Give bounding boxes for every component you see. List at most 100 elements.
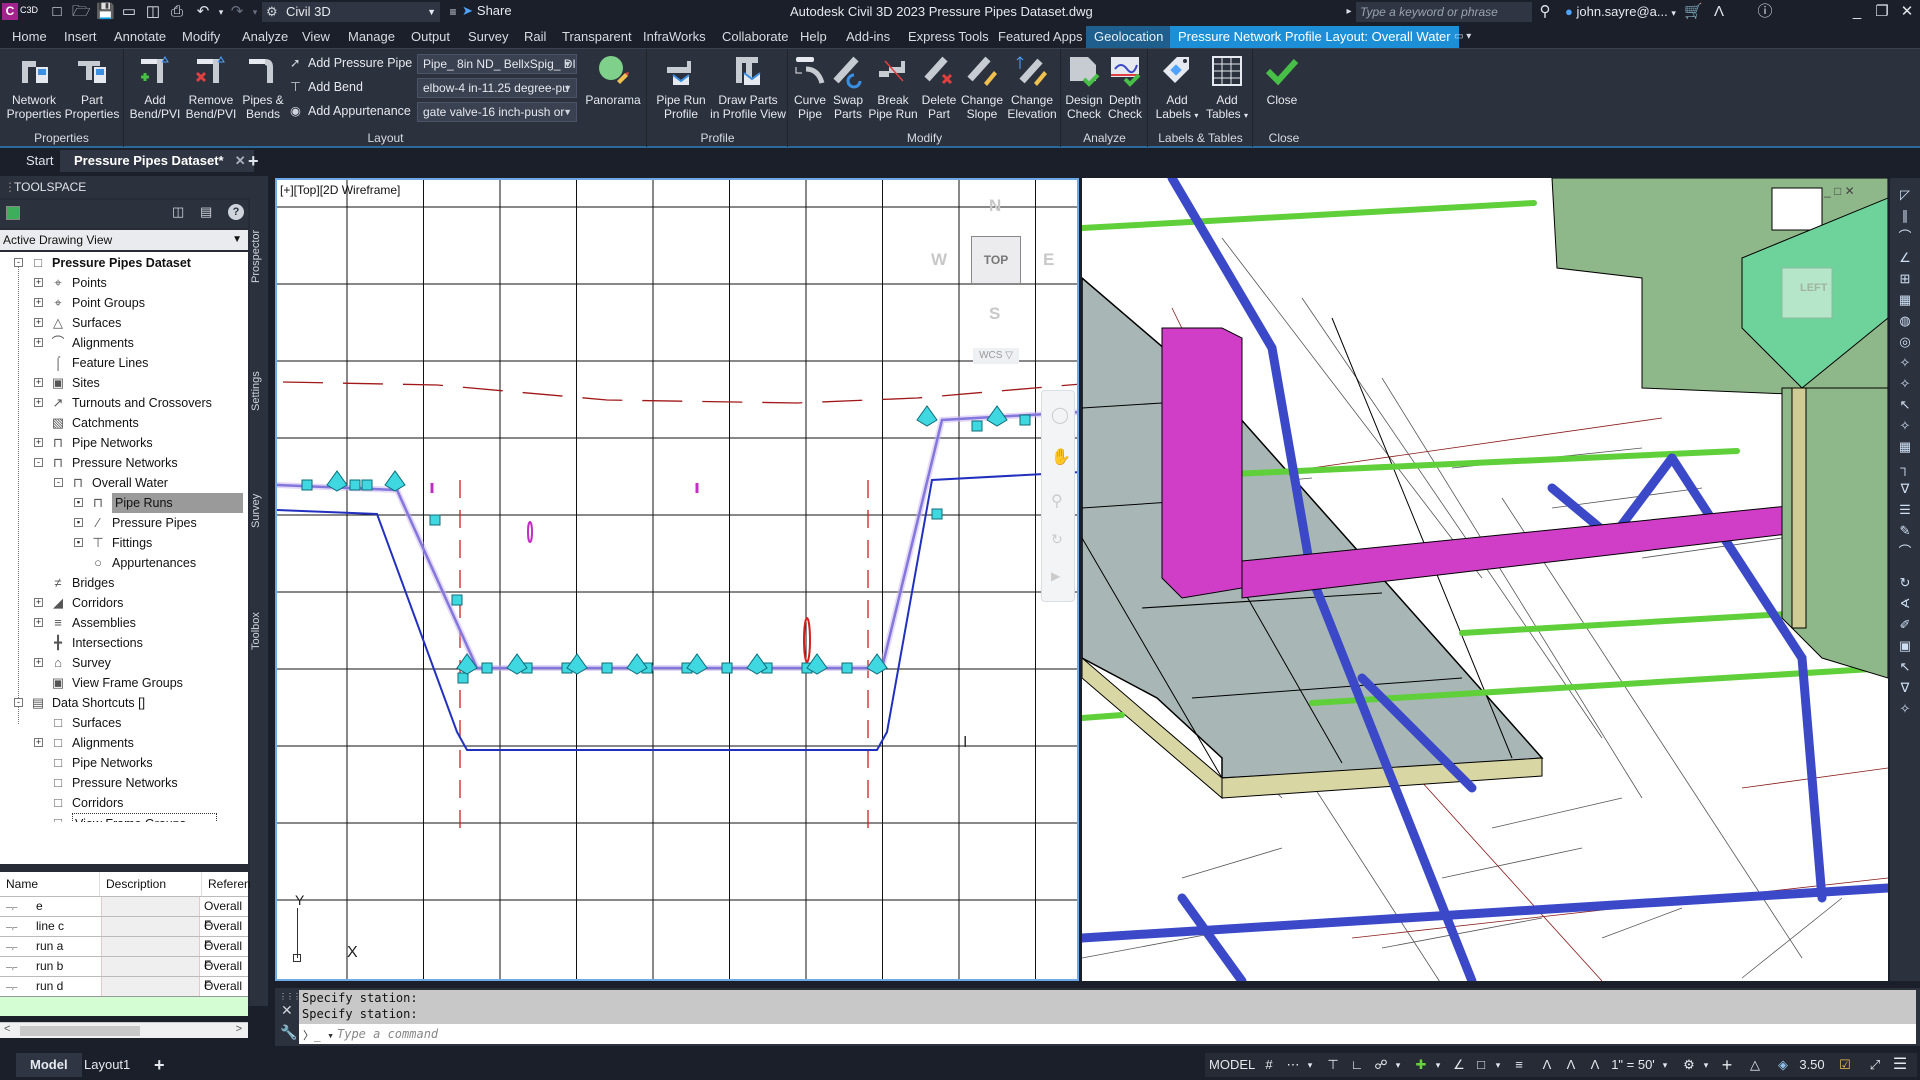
collapse-icon[interactable]: -: [14, 258, 23, 267]
isometric-drafting-icon[interactable]: ✚: [1411, 1053, 1431, 1077]
layout-tab-layout1[interactable]: Layout1: [70, 1053, 144, 1077]
tab-pressure-network-profile-layout[interactable]: Pressure Network Profile Layout: Overall…: [1170, 26, 1459, 48]
bend-select[interactable]: elbow-4 in-11.25 degree-pu ▼: [417, 78, 577, 98]
viewport-restore-icon[interactable]: _ □ ✕: [1824, 184, 1855, 198]
column-header-name[interactable]: Name: [0, 872, 100, 896]
expand-icon[interactable]: +: [34, 298, 43, 307]
expand-icon[interactable]: +: [34, 338, 43, 347]
tab-insert[interactable]: Insert: [60, 26, 101, 48]
tree-item[interactable]: - □ Pressure Pipes Dataset: [0, 253, 248, 273]
swap-parts-button[interactable]: Swap Parts: [829, 53, 867, 121]
grid-row[interactable]: ┄⌐ run a Overall F: [0, 936, 248, 972]
steering-wheel-icon[interactable]: ◯: [1051, 405, 1069, 425]
expand-icon[interactable]: +: [34, 618, 43, 627]
lineweight-icon[interactable]: ≡: [1509, 1053, 1529, 1077]
profile-icon[interactable]: ┐: [1896, 459, 1914, 477]
close-button[interactable]: ✕: [1893, 2, 1920, 22]
globe-icon[interactable]: ◍: [1896, 312, 1914, 330]
row-description[interactable]: [101, 897, 200, 916]
expand-icon[interactable]: +: [34, 278, 43, 287]
network-properties-button[interactable]: Network Properties: [6, 53, 62, 121]
tree-item[interactable]: □ Pipe Networks: [0, 753, 248, 773]
new-file-icon[interactable]: □: [48, 3, 66, 21]
osnap-dropdown-icon[interactable]: ▾: [1491, 1053, 1505, 1077]
item-view-icon[interactable]: ◫: [172, 204, 184, 220]
add-tables-button[interactable]: Add Tables ▾: [1203, 53, 1251, 123]
tree-item[interactable]: ▣ View Frame Groups: [0, 673, 248, 693]
paint-icon[interactable]: ✐: [1896, 616, 1914, 634]
save-icon[interactable]: 💾: [96, 3, 115, 21]
tab-express-tools[interactable]: Express Tools: [904, 26, 993, 48]
filter-icon[interactable]: ∇: [1896, 480, 1914, 498]
tree-item[interactable]: + ≡ Assemblies: [0, 613, 248, 633]
scale-dropdown-icon[interactable]: ▾: [1659, 1053, 1671, 1077]
expand-icon[interactable]: +: [34, 398, 43, 407]
grip-icon[interactable]: ⋮: [4, 176, 16, 198]
pan-hand-icon[interactable]: ✋: [1051, 447, 1071, 467]
remove-bend-pvi-button[interactable]: Remove Bend/PVI: [183, 53, 239, 121]
tab-rail[interactable]: Rail: [520, 26, 550, 48]
workspace-dropdown-icon[interactable]: ▾: [1699, 1053, 1713, 1077]
tab-view[interactable]: View: [298, 26, 334, 48]
side-tab-prospector[interactable]: Prospector: [250, 216, 268, 296]
draw-parts-in-profile-view-button[interactable]: Draw Parts in Profile View: [710, 53, 786, 121]
civil-status-icon[interactable]: ☑: [1835, 1053, 1855, 1077]
scroll-left-icon[interactable]: <: [4, 1023, 10, 1035]
panorama-button[interactable]: Panorama: [583, 53, 643, 107]
change-slope-button[interactable]: Change Slope: [959, 53, 1005, 121]
viewcube-west[interactable]: W: [931, 250, 947, 270]
ortho-mode-icon[interactable]: ∟: [1347, 1053, 1367, 1077]
undo-icon[interactable]: ↶: [194, 3, 212, 21]
auto-scale-icon[interactable]: Λ: [1561, 1053, 1581, 1077]
tree-item[interactable]: + ⌒ Alignments: [0, 333, 248, 353]
tree-item[interactable]: ▧ Catchments: [0, 413, 248, 433]
tab-infraworks[interactable]: InfraWorks: [639, 26, 710, 48]
profile-viewport[interactable]: [+][Top][2D Wireframe] N W E TOP S WCS ▽…: [275, 178, 1079, 981]
search-icon[interactable]: ⚲: [1536, 3, 1554, 21]
tab-featured-apps[interactable]: Featured Apps: [994, 26, 1087, 48]
grid-row[interactable]: ┄⌐ line c Overall F: [0, 916, 248, 952]
infer-constraints-icon[interactable]: ⊤: [1323, 1053, 1343, 1077]
expand-icon[interactable]: ▪: [74, 498, 83, 507]
object-snap-tracking-icon[interactable]: ∠: [1449, 1053, 1469, 1077]
viewcube-north[interactable]: N: [989, 196, 1001, 216]
grid-tool-icon[interactable]: ▦: [1896, 291, 1914, 309]
tree-item[interactable]: + ◢ Corridors: [0, 593, 248, 613]
viewcube-left-label[interactable]: LEFT: [1800, 282, 1828, 294]
add-appurtenance-button[interactable]: ◉ Add Appurtenance: [290, 101, 411, 121]
scrollbar-thumb[interactable]: [20, 1026, 140, 1036]
tree-item[interactable]: □ View Frame Groups: [0, 813, 248, 822]
layer-isolate-icon[interactable]: ◈: [1773, 1053, 1793, 1077]
tree-item[interactable]: □ Surfaces: [0, 713, 248, 733]
tree-item[interactable]: + ⌖ Point Groups: [0, 293, 248, 313]
object-snap-icon[interactable]: □: [1471, 1053, 1491, 1077]
polar-tracking-icon[interactable]: ☍: [1371, 1053, 1391, 1077]
row-description[interactable]: [101, 977, 200, 996]
viewcube-east[interactable]: E: [1043, 250, 1054, 270]
tab-manage[interactable]: Manage: [344, 26, 399, 48]
save-as-icon[interactable]: ▭: [120, 3, 138, 21]
wcs-menu[interactable]: WCS ▽: [973, 348, 1019, 364]
zoom-point-icon[interactable]: ✧: [1896, 417, 1914, 435]
expand-icon[interactable]: ▪: [74, 538, 83, 547]
add-bend-button[interactable]: ⊤ Add Bend: [290, 77, 363, 97]
restore-button[interactable]: ❐: [1868, 2, 1896, 22]
tab-survey[interactable]: Survey: [464, 26, 512, 48]
grid-row[interactable]: ┄⌐ run b Overall F: [0, 956, 248, 992]
tree-item[interactable]: ○ Appurtenances: [0, 553, 248, 573]
snap-mode-icon[interactable]: ⋯: [1283, 1053, 1303, 1077]
zoom-extents-icon[interactable]: ⚲: [1051, 491, 1063, 511]
open-from-web-icon[interactable]: ◫: [144, 3, 162, 21]
command-input[interactable]: 〉_ ▾ Type a command: [299, 1024, 1916, 1044]
side-tab-survey[interactable]: Survey: [250, 476, 268, 546]
arc-dim-icon[interactable]: ⌒: [1896, 543, 1914, 561]
part-properties-button[interactable]: Part Properties: [64, 53, 120, 121]
minimize-button[interactable]: _: [1843, 2, 1871, 22]
user-account-button[interactable]: ● john.sayre@a... ▾: [1565, 4, 1676, 19]
row-description[interactable]: [101, 937, 200, 956]
row-description[interactable]: [101, 957, 200, 976]
redo-icon[interactable]: ↷: [228, 3, 246, 21]
annotation-scale-select[interactable]: 1" = 50': [1607, 1053, 1659, 1077]
open-folder-icon[interactable]: 🗁: [72, 3, 91, 21]
polyline-tool-icon[interactable]: ∥: [1896, 207, 1914, 225]
